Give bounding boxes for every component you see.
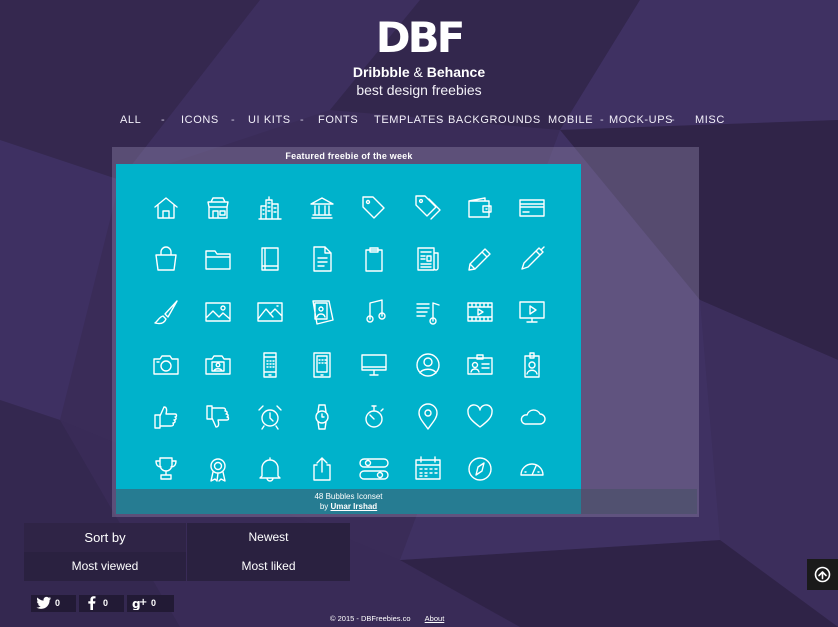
- tags-icon: [413, 193, 443, 223]
- twitter-share-button[interactable]: 0: [31, 595, 76, 612]
- compass-icon: [465, 454, 495, 484]
- facebook-count: 0: [103, 598, 109, 608]
- sort-by-label: Sort by: [24, 523, 186, 552]
- credit-card-icon: [517, 193, 547, 223]
- shopping-bag-icon: [151, 244, 181, 274]
- facebook-icon: [88, 596, 96, 610]
- folder-icon: [203, 244, 233, 274]
- twitter-count: 0: [55, 598, 61, 608]
- wallet-icon: [465, 193, 495, 223]
- back-to-top-button[interactable]: [807, 559, 838, 590]
- city-icon: [255, 193, 285, 223]
- nav-item-mobile[interactable]: MOBILE: [548, 112, 593, 128]
- twitter-icon: [36, 596, 51, 609]
- pen-icon: [517, 244, 547, 274]
- thumbs-down-icon: [203, 402, 233, 432]
- trophy-icon: [151, 454, 181, 484]
- nav-item-templates[interactable]: TEMPLATES: [374, 112, 444, 128]
- nav-separator: -: [439, 114, 443, 126]
- by-label: by: [319, 502, 329, 511]
- sort-newest-button[interactable]: Newest: [187, 523, 350, 552]
- monitor-play-icon: [517, 297, 547, 327]
- arrow-up-circle-icon: [814, 566, 831, 583]
- toggles-icon: [359, 454, 389, 484]
- image-icon: [203, 297, 233, 327]
- pencil-icon: [465, 244, 495, 274]
- tagline-brand-behance: Behance: [426, 64, 486, 80]
- tagline-brand-dribbble: Dribbble: [352, 64, 410, 80]
- featured-caption-title[interactable]: 48 Bubbles Iconset: [116, 492, 581, 502]
- copyright-text: © 2015 - DBFreebies.co: [330, 614, 411, 623]
- home-icon: [151, 193, 181, 223]
- nav-item-ui-kits[interactable]: UI KITS: [248, 112, 291, 128]
- photos-icon: [307, 297, 337, 327]
- watch-icon: [307, 402, 337, 432]
- bell-icon: [255, 454, 285, 484]
- thumbs-up-icon: [151, 402, 181, 432]
- featured-caption-by: by Umar Irshad: [116, 502, 581, 512]
- calendar-icon: [413, 454, 443, 484]
- nav-item-misc[interactable]: MISC: [695, 112, 725, 128]
- featured-image[interactable]: [116, 164, 581, 514]
- nav-separator: -: [671, 114, 675, 126]
- alarm-clock-icon: [255, 402, 285, 432]
- site-logo[interactable]: DBF: [369, 16, 469, 60]
- clipboard-icon: [359, 244, 389, 274]
- sort-most-liked-button[interactable]: Most liked: [187, 552, 350, 581]
- nav-item-mock-ups[interactable]: MOCK-UPS: [609, 112, 673, 128]
- user-circle-icon: [413, 350, 443, 380]
- document-icon: [307, 244, 337, 274]
- film-icon: [465, 297, 495, 327]
- svg-text:+: +: [139, 597, 147, 608]
- heart-icon: [465, 402, 495, 432]
- nav-separator: -: [600, 114, 604, 126]
- landscape-icon: [255, 297, 285, 327]
- cloud-icon: [517, 402, 547, 432]
- tablet-icon: [307, 350, 337, 380]
- newspaper-icon: [413, 244, 443, 274]
- shop-icon: [203, 193, 233, 223]
- id-card-icon: [465, 350, 495, 380]
- gauge-icon: [517, 454, 547, 484]
- tagline-subtitle: best design freebies: [356, 82, 482, 98]
- camera-icon: [151, 350, 181, 380]
- award-icon: [203, 454, 233, 484]
- brush-icon: [151, 297, 181, 327]
- stopwatch-icon: [359, 402, 389, 432]
- author-link[interactable]: Umar Irshad: [331, 502, 378, 511]
- map-pin-icon: [413, 402, 443, 432]
- share-icon: [307, 454, 337, 484]
- google-plus-count: 0: [151, 598, 157, 608]
- bank-icon: [307, 193, 337, 223]
- google-plus-icon: g +: [132, 597, 147, 610]
- tag-icon: [359, 193, 389, 223]
- tagline-amp: &: [413, 64, 423, 80]
- camera-alt-icon: [203, 350, 233, 380]
- facebook-share-button[interactable]: 0: [79, 595, 124, 612]
- desktop-icon: [359, 350, 389, 380]
- music-note-icon: [359, 297, 389, 327]
- nav-separator: -: [300, 114, 304, 126]
- phone-icon: [255, 350, 285, 380]
- tagline: Dribbble & Behance: [300, 64, 538, 81]
- nav-item-backgrounds[interactable]: BACKGROUNDS: [448, 112, 541, 128]
- book-icon: [255, 244, 285, 274]
- footer: © 2015 - DBFreebies.co About: [330, 614, 550, 624]
- playlist-icon: [413, 297, 443, 327]
- nav-separator: -: [231, 114, 235, 126]
- badge-icon: [517, 350, 547, 380]
- nav-item-icons[interactable]: ICONS: [181, 112, 219, 128]
- category-nav: ALL - ICONS - UI KITS - FONTS TEMPLATES …: [0, 112, 838, 128]
- sort-most-viewed-button[interactable]: Most viewed: [24, 552, 186, 581]
- nav-separator: -: [161, 114, 165, 126]
- nav-item-all[interactable]: ALL: [120, 112, 141, 128]
- nav-item-fonts[interactable]: FONTS: [318, 112, 358, 128]
- about-link[interactable]: About: [425, 614, 445, 623]
- google-plus-share-button[interactable]: g + 0: [127, 595, 174, 612]
- featured-title: Featured freebie of the week: [285, 151, 413, 161]
